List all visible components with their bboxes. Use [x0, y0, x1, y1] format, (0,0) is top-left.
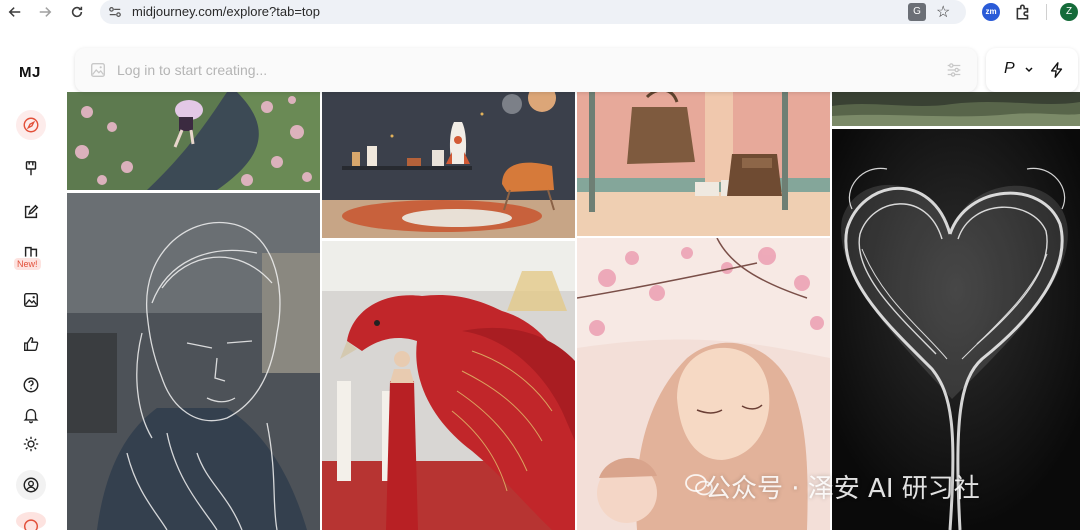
toolbar-divider — [1046, 4, 1047, 20]
watermark-text: 公众号 · 泽安 AI 研习社 — [705, 474, 980, 504]
bookmark-star-icon[interactable]: ☆ — [936, 2, 950, 22]
sun-icon[interactable] — [16, 429, 46, 459]
extensions-puzzle-icon[interactable] — [1014, 3, 1032, 21]
bell-icon[interactable] — [16, 400, 46, 430]
sidebar: MJ New! — [0, 24, 62, 530]
status-indicator-icon[interactable] — [16, 512, 46, 530]
mode-selector[interactable]: P — [986, 48, 1078, 92]
personalization-label[interactable]: P — [1004, 60, 1015, 78]
settings-sliders-icon[interactable] — [945, 61, 963, 79]
compass-icon[interactable] — [16, 110, 46, 140]
brush-icon[interactable] — [16, 154, 46, 184]
url-text[interactable]: midjourney.com/explore?tab=top — [132, 4, 320, 19]
user-circle-icon[interactable] — [16, 470, 46, 500]
gallery-image-kids-room-rocket[interactable] — [322, 92, 575, 238]
translate-icon[interactable]: G — [908, 3, 926, 21]
image-upload-icon[interactable] — [89, 61, 107, 79]
edit-icon[interactable] — [16, 197, 46, 227]
thumbs-up-icon[interactable] — [16, 329, 46, 359]
address-bar[interactable]: midjourney.com/explore?tab=top G ☆ — [100, 0, 966, 24]
help-icon[interactable] — [16, 370, 46, 400]
gallery-image-wireframe-portrait[interactable] — [67, 193, 320, 530]
chevron-down-icon[interactable] — [1024, 65, 1034, 75]
prompt-bar — [75, 48, 977, 92]
back-arrow-icon[interactable] — [4, 1, 26, 23]
gallery-image-red-phoenix[interactable] — [322, 241, 575, 530]
lightning-bolt-icon[interactable] — [1048, 61, 1066, 79]
reload-icon[interactable] — [66, 1, 88, 23]
new-badge: New! — [14, 258, 41, 270]
midjourney-logo[interactable]: MJ — [19, 64, 41, 81]
gallery-image-flower-field-child[interactable] — [67, 92, 320, 190]
extension-zm-icon[interactable]: zm — [982, 3, 1000, 21]
image-icon[interactable] — [16, 285, 46, 315]
browser-toolbar: midjourney.com/explore?tab=top G ☆ zm Z — [0, 0, 1080, 24]
prompt-input[interactable] — [117, 58, 917, 82]
forward-arrow-icon[interactable] — [34, 1, 56, 23]
site-info-icon[interactable] — [108, 5, 122, 19]
gallery-image-forest-strip[interactable] — [832, 92, 1080, 126]
profile-avatar[interactable]: Z — [1060, 3, 1078, 21]
gallery-image-backpack-legs[interactable] — [577, 92, 830, 236]
